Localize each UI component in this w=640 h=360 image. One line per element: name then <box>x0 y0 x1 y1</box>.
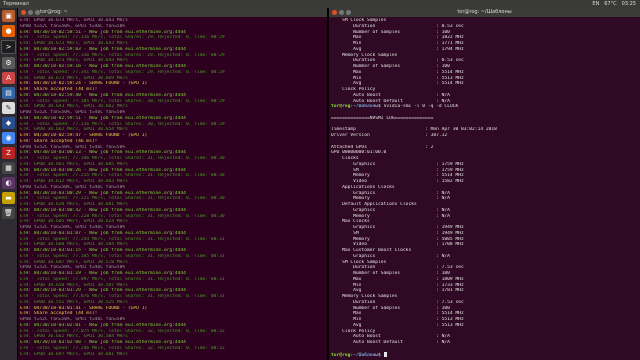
folder-icon[interactable]: ▬ <box>2 192 15 204</box>
terminal-line: ETH: GPU0 30.697 MH/s, GPU1 30.601 MH/s <box>20 351 128 357</box>
keyboard-layout-indicator[interactable]: EN <box>592 0 599 8</box>
close-icon[interactable] <box>21 10 26 15</box>
prompt-user: tor@rog <box>331 104 351 110</box>
trash-icon[interactable]: 🗑 <box>2 207 15 219</box>
active-app-title: Терминал <box>3 1 29 7</box>
terminal-window-miner[interactable]: tor@rog: ~ ETH: GPU0 30.673 MH/s, GPU1 3… <box>18 8 327 360</box>
files-icon[interactable]: ▣ <box>2 10 15 22</box>
text-editor-icon[interactable]: ✎ <box>2 102 15 114</box>
status-area[interactable]: EN 67°C 03:25 <box>592 0 636 8</box>
terminal-line: tor@rog:~/Шаблоны$ <box>331 351 638 358</box>
command-text: $ nvidia-smi -l 0 -q -d CLOCK <box>378 104 459 110</box>
text-cursor <box>383 351 387 357</box>
minimize-icon[interactable] <box>28 10 33 15</box>
terminal-window-nvidia-smi[interactable]: tor@rog: ~/Шаблоны SM Clock Samples Dura… <box>329 8 640 360</box>
prompt-path: :~/Шаблоны <box>350 352 379 358</box>
prompt-path: :~/Шаблоны <box>350 104 379 110</box>
window-titlebar[interactable]: tor@rog: ~ <box>18 8 327 17</box>
launcher: ▣ ● > ⚙ A ▤ ✎ ◆ ◉ Z ▦ ◐ ▬ 🗑 <box>0 8 17 360</box>
software-icon[interactable]: A <box>2 72 15 84</box>
terminal-icon[interactable]: > <box>1 40 16 54</box>
virtualbox-icon[interactable]: ◆ <box>2 117 15 129</box>
app-icon[interactable]: ◐ <box>2 177 15 189</box>
system-monitor-icon[interactable]: ▤ <box>2 87 15 99</box>
filezilla-icon[interactable]: Z <box>2 147 15 159</box>
window-titlebar[interactable]: tor@rog: ~/Шаблоны <box>329 8 640 17</box>
window-title: tor@rog: ~ <box>40 9 68 15</box>
settings-icon[interactable]: ⚙ <box>2 57 15 69</box>
workspace-icon[interactable]: ▦ <box>2 162 15 174</box>
top-panel: Терминал EN 67°C 03:25 <box>0 0 640 8</box>
firefox-icon[interactable]: ● <box>2 25 15 37</box>
temperature-indicator[interactable]: 67°C <box>604 0 616 8</box>
chrome-icon[interactable]: ◉ <box>2 132 15 144</box>
terminal-output[interactable]: ETH: GPU0 30.673 MH/s, GPU1 30.643 MH/s G… <box>18 17 327 357</box>
prompt-user: tor@rog <box>331 352 351 358</box>
clock[interactable]: 03:25 <box>622 0 636 8</box>
window-title: tor@rog: ~/Шаблоны <box>457 9 512 15</box>
terminal-output[interactable]: SM Clock Samples Duration : 0.53 sec Num… <box>329 17 640 357</box>
